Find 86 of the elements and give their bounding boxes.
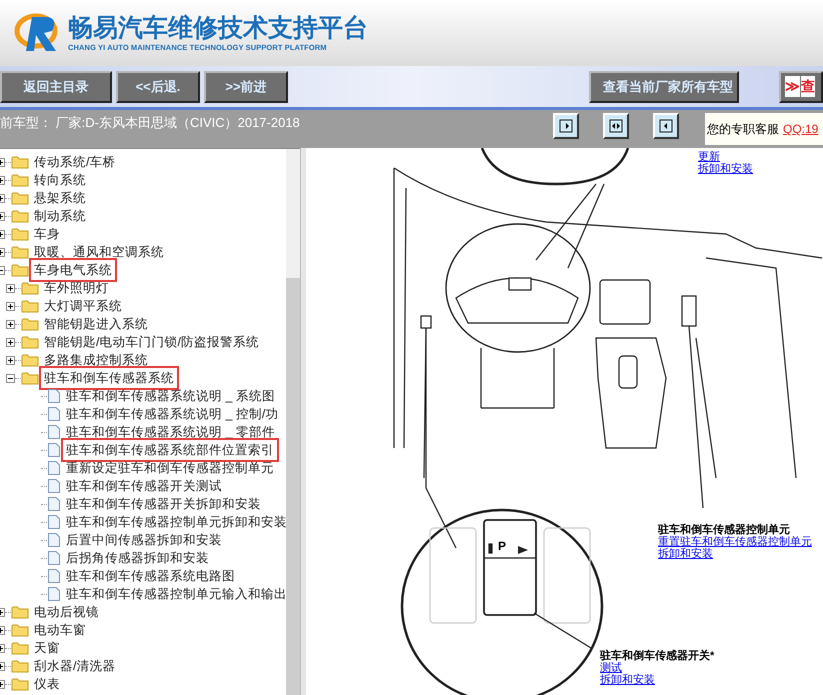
service-label: 您的专职客服 <box>707 121 779 138</box>
folder-icon <box>11 659 29 673</box>
expand-icon[interactable] <box>6 302 15 310</box>
tree-item[interactable]: 驻车和倒车传感器系统说明 _ 控制/功 <box>64 404 280 424</box>
folder-icon <box>11 623 29 637</box>
main-menu-button[interactable]: 返回主目录 <box>0 70 112 102</box>
collapse-icon[interactable] <box>6 374 15 382</box>
tree-item[interactable]: 大灯调平系统 <box>42 296 124 316</box>
folder-icon <box>11 155 29 169</box>
document-icon <box>47 532 61 548</box>
expand-icon[interactable] <box>6 320 15 328</box>
folder-icon <box>11 641 29 655</box>
tree-item[interactable]: 驻车和倒车传感器系统 <box>42 368 176 388</box>
tree-item[interactable]: 取暖、通风和空调系统 <box>32 242 166 262</box>
folder-icon <box>21 299 39 313</box>
search-button[interactable]: ≫查 <box>779 70 823 102</box>
document-icon <box>47 514 61 530</box>
document-icon <box>47 424 61 440</box>
document-icon <box>47 586 61 602</box>
tree-item[interactable]: 仪表 <box>32 674 62 694</box>
tree-item[interactable]: 电动后视镜 <box>32 602 101 622</box>
document-icon <box>47 406 61 422</box>
document-icon <box>47 388 61 404</box>
tree-item[interactable]: 多路集成控制系统 <box>42 350 150 370</box>
callout-link[interactable]: 更新 <box>698 151 753 163</box>
tree-item[interactable]: 驻车和倒车传感器系统部件位置索引 <box>64 440 276 460</box>
document-icon <box>47 478 61 494</box>
back-button[interactable]: <<后退. <box>116 70 200 102</box>
folder-icon <box>21 335 39 349</box>
callout-link[interactable]: 测试 <box>600 662 714 674</box>
tree-item[interactable]: 天窗 <box>32 638 62 658</box>
site-title: 畅易汽车维修技术支持平台 <box>68 13 368 43</box>
expand-icon[interactable] <box>6 356 15 364</box>
tree-item[interactable]: 智能钥匙/电动车门门锁/防盗报警系统 <box>42 332 261 352</box>
tree-item[interactable]: 后置中间传感器拆卸和安装 <box>64 530 224 550</box>
tree-item[interactable]: 车外照明灯 <box>42 278 111 298</box>
document-icon <box>47 496 61 512</box>
folder-icon <box>11 245 29 259</box>
document-icon <box>47 568 61 584</box>
folder-icon <box>11 209 29 223</box>
scrollbar[interactable] <box>286 149 300 695</box>
document-icon <box>47 442 61 458</box>
expand-icon[interactable] <box>6 284 15 292</box>
folder-icon <box>11 263 29 277</box>
tree-item[interactable]: 电动车窗 <box>32 620 88 640</box>
tree-item[interactable]: 悬架系统 <box>32 188 88 208</box>
tree-item[interactable]: 转向系统 <box>32 170 88 190</box>
callout-link[interactable]: 拆卸和安装 <box>698 163 753 175</box>
forward-button[interactable]: >>前进 <box>204 70 288 102</box>
callout-title: 驻车和倒车传感器控制单元 <box>658 524 791 536</box>
qq-link[interactable]: QQ:19 <box>783 120 818 138</box>
tree-item[interactable]: 驻车和倒车传感器开关拆卸和安装 <box>64 494 263 514</box>
switch-label: P <box>498 540 506 552</box>
tree-item[interactable]: 驻车和倒车传感器控制单元输入和输出 <box>64 584 286 604</box>
callout-link[interactable]: 拆卸和安装 <box>600 674 714 686</box>
callout-link[interactable]: 拆卸和安装 <box>658 548 812 560</box>
folder-icon <box>21 353 39 367</box>
folder-icon <box>21 317 39 331</box>
all-models-button[interactable]: 查看当前厂家所有车型 <box>589 70 739 102</box>
document-icon <box>47 550 61 566</box>
folder-icon <box>11 677 29 691</box>
tree-item[interactable]: 驻车和倒车传感器系统电路图 <box>64 566 237 586</box>
expand-icon[interactable] <box>6 338 15 346</box>
callout-link[interactable]: 重置驻车和倒车传感器控制单元 <box>658 536 812 548</box>
folder-icon <box>21 281 39 295</box>
folder-icon <box>11 227 29 241</box>
tree-item[interactable]: 后拐角传感器拆卸和安装 <box>64 548 211 568</box>
layout-toggle-button[interactable] <box>603 113 629 139</box>
tree-item[interactable]: 驻车和倒车传感器开关测试 <box>64 476 224 496</box>
tree-item[interactable]: 车身电气系统 <box>32 260 114 280</box>
layout-toggle-button[interactable] <box>553 113 579 139</box>
tree-item[interactable]: 刮水器/清洗器 <box>32 656 118 676</box>
document-icon <box>47 460 61 476</box>
tree-item[interactable]: 传动系统/车桥 <box>32 152 118 172</box>
tree-item[interactable]: 制动系统 <box>32 206 88 226</box>
tree-item[interactable]: 智能钥匙进入系统 <box>42 314 150 334</box>
folder-icon <box>21 371 39 385</box>
layout-toggle-button[interactable] <box>653 113 679 139</box>
tree-item[interactable]: 重新设定驻车和倒车传感器控制单元 <box>64 458 276 478</box>
folder-icon <box>11 191 29 205</box>
vehicle-info: 前车型： 厂家:D-东风本田思域（CIVIC）2017-2018 <box>0 114 300 132</box>
folder-icon <box>11 173 29 187</box>
folder-icon <box>11 605 29 619</box>
callout-title: 驻车和倒车传感器开关* <box>600 650 714 662</box>
tree-item[interactable]: 车身 <box>32 224 62 244</box>
tree-item[interactable]: 驻车和倒车传感器系统说明 _ 系统图 <box>64 386 277 406</box>
